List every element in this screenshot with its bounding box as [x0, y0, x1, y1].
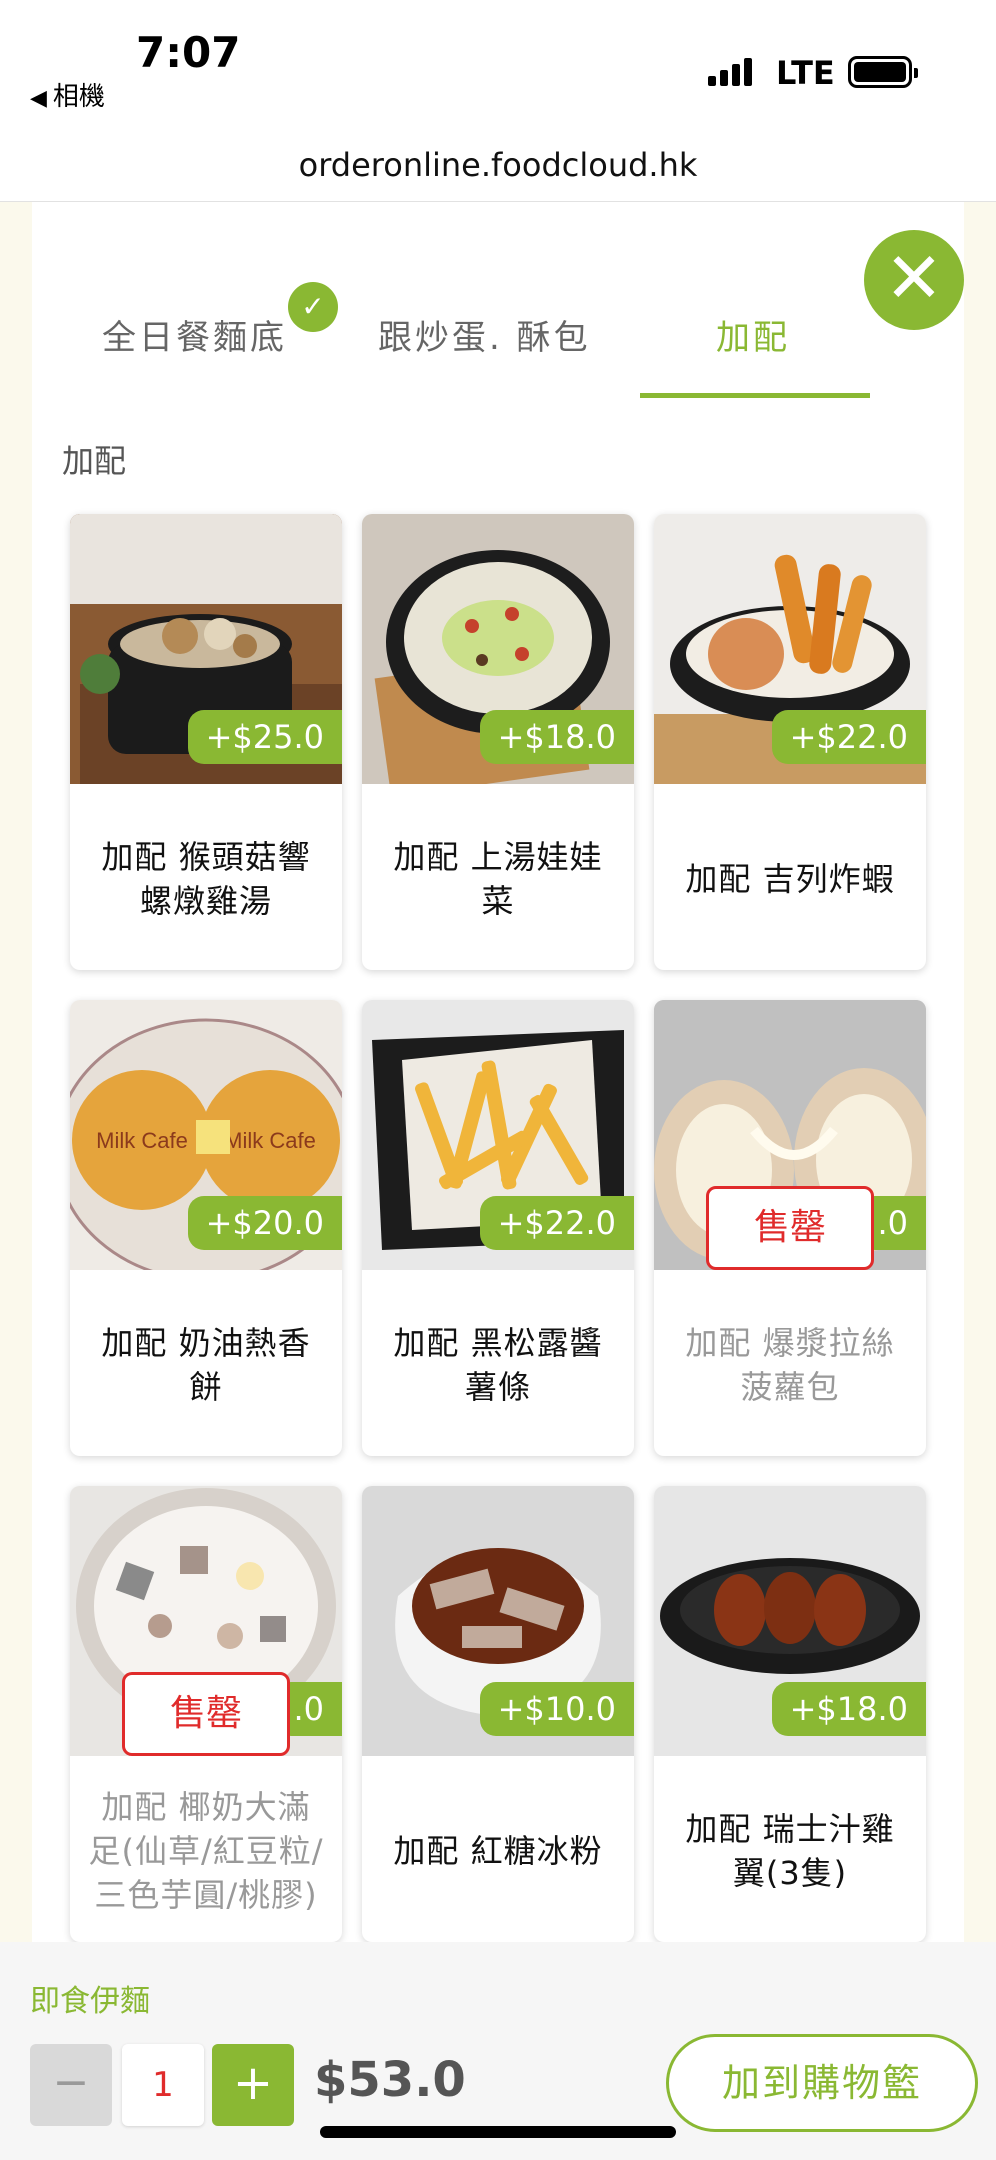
increase-quantity-button[interactable]: +: [212, 2044, 294, 2126]
total-price: $53.0: [314, 2052, 466, 2108]
menu-item-card[interactable]: +$18.0 加配 瑞士汁雞翼(3隻): [654, 1486, 926, 1942]
decrease-quantity-button[interactable]: −: [30, 2044, 112, 2126]
item-name: 加配 猴頭菇響螺燉雞湯: [101, 838, 311, 920]
sold-out-badge: 售罄: [122, 1672, 290, 1756]
menu-item-card-sold-out[interactable]: .0 售罄 加配 爆漿拉絲菠蘿包: [654, 1000, 926, 1456]
item-name: 加配 吉列炸蝦: [685, 860, 895, 898]
price-tag: +$25.0: [187, 710, 342, 764]
svg-text:Milk Cafe: Milk Cafe: [96, 1128, 188, 1153]
tab-noodle-base[interactable]: 全日餐麵底: [102, 310, 287, 359]
menu-item-card[interactable]: +$25.0 加配 猴頭菇響螺燉雞湯: [70, 514, 342, 970]
item-name: 加配 奶油熱香餅: [101, 1324, 311, 1406]
address-bar[interactable]: orderonline.foodcloud.hk: [0, 120, 996, 202]
menu-item-card-sold-out[interactable]: .0 售罄 加配 椰奶大滿足(仙草/紅豆粒/三色芋圓/桃膠): [70, 1486, 342, 1942]
active-tab-indicator: [640, 393, 870, 398]
check-icon: ✓: [288, 282, 338, 332]
section-title: 加配: [62, 442, 127, 480]
menu-item-card[interactable]: +$22.0 加配 黑松露醬薯條: [362, 1000, 634, 1456]
battery-icon: [848, 56, 918, 88]
menu-item-card[interactable]: +$18.0 加配 上湯娃娃菜: [362, 514, 634, 970]
item-name: 加配 瑞士汁雞翼(3隻): [685, 1810, 895, 1892]
item-name: 加配 紅糖冰粉: [393, 1832, 603, 1870]
price-tag: +$22.0: [771, 710, 926, 764]
back-to-camera-link[interactable]: ◀ 相機: [30, 76, 105, 113]
status-bar: 7:07 ◀ 相機 LTE: [0, 0, 996, 120]
close-icon: ✕: [884, 237, 944, 319]
tab-egg-bun[interactable]: 跟炒蛋. 酥包: [378, 310, 591, 359]
url-text: orderonline.foodcloud.hk: [298, 146, 698, 184]
item-name: 加配 椰奶大滿足(仙草/紅豆粒/三色芋圓/桃膠): [88, 1788, 324, 1914]
sold-out-badge: 售罄: [706, 1186, 874, 1270]
clock: 7:07: [136, 28, 241, 77]
signal-icon: [708, 58, 752, 86]
price-tag: +$10.0: [479, 1682, 634, 1736]
quantity-value: 1: [122, 2044, 204, 2126]
price-tag: +$18.0: [771, 1682, 926, 1736]
back-arrow-icon: ◀: [30, 86, 47, 111]
add-to-cart-button[interactable]: 加到購物籃: [666, 2034, 978, 2132]
menu-item-card[interactable]: Milk Cafe Milk Cafe +$20.0 加配 奶油熱香餅: [70, 1000, 342, 1456]
back-label: 相機: [52, 82, 105, 112]
menu-item-card[interactable]: +$22.0 加配 吉列炸蝦: [654, 514, 926, 970]
home-indicator[interactable]: [320, 2126, 676, 2138]
current-item-name: 即食伊麵: [30, 1984, 150, 2019]
close-button[interactable]: ✕: [864, 230, 964, 330]
svg-text:Milk Cafe: Milk Cafe: [224, 1128, 316, 1153]
item-name: 加配 黑松露醬薯條: [393, 1324, 603, 1406]
price-tag: +$22.0: [479, 1196, 634, 1250]
price-tag: +$18.0: [479, 710, 634, 764]
menu-item-card[interactable]: +$10.0 加配 紅糖冰粉: [362, 1486, 634, 1942]
item-name: 加配 上湯娃娃菜: [393, 838, 603, 920]
item-name: 加配 爆漿拉絲菠蘿包: [685, 1324, 895, 1406]
price-tag: +$20.0: [187, 1196, 342, 1250]
network-label: LTE: [776, 54, 835, 92]
tab-add-ons[interactable]: 加配: [716, 310, 790, 359]
